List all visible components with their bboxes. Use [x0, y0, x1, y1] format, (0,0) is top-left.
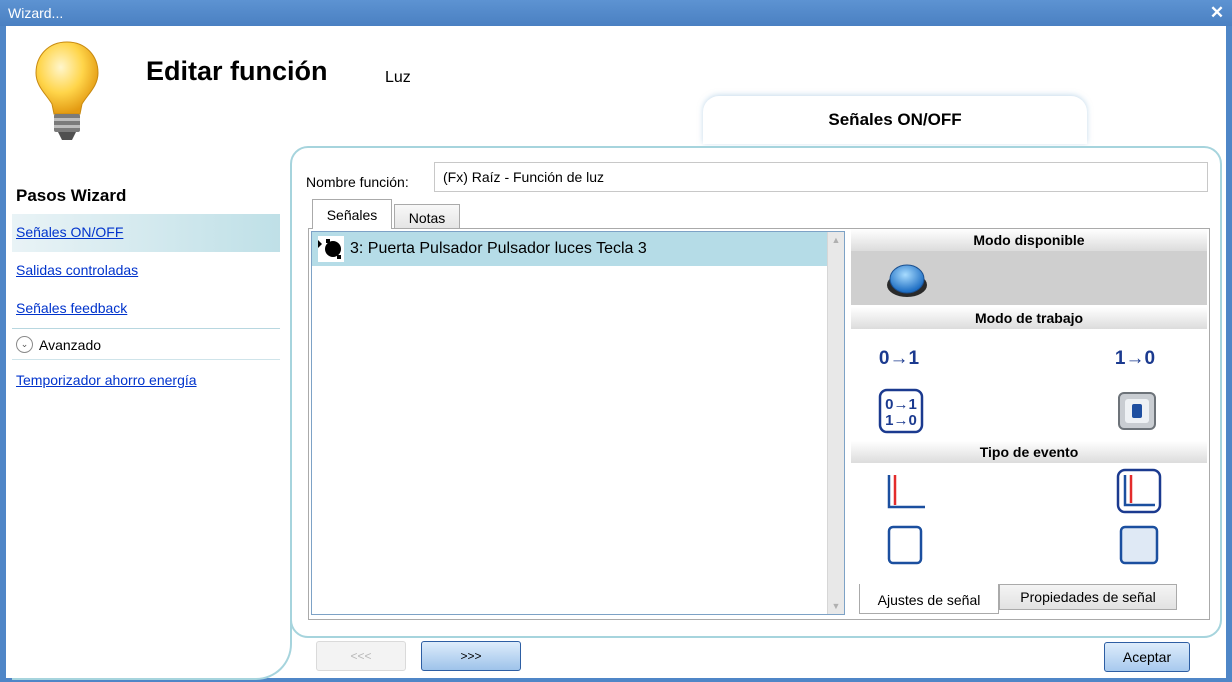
page-subtitle: Luz	[385, 69, 411, 86]
transition-both-icon[interactable]: 0→1 1→0	[877, 387, 925, 435]
tab-notas[interactable]: Notas	[394, 204, 460, 229]
pushbutton-icon[interactable]	[883, 255, 931, 303]
rising-edge-selected-icon[interactable]	[1115, 467, 1163, 515]
wizard-window: Wizard... ✕ Editar función Luz Señales O…	[0, 0, 1232, 682]
light-bulb-icon	[35, 41, 99, 140]
main-panel: Nombre función: (Fx) Raíz - Función de l…	[290, 146, 1222, 638]
function-name-input[interactable]: (Fx) Raíz - Función de luz	[434, 162, 1208, 192]
svg-text:1→0: 1→0	[885, 412, 917, 429]
switch-mode-icon[interactable]	[1113, 387, 1161, 435]
window-title: Wizard...	[8, 5, 64, 21]
next-button[interactable]: >>>	[421, 641, 521, 671]
tab-senales-on-off[interactable]: Señales ON/OFF	[703, 96, 1087, 144]
event-type-box-icon[interactable]	[881, 521, 929, 569]
sidebar-item-salidas-controladas[interactable]: Salidas controladas	[12, 252, 280, 290]
svg-text:0→1: 0→1	[879, 348, 920, 369]
transition-1-to-0-icon[interactable]: 1→0	[1111, 333, 1159, 381]
tab-senales[interactable]: Señales	[312, 199, 392, 229]
scroll-up-icon[interactable]: ▲	[828, 232, 844, 248]
wizard-steps-sidebar: Pasos Wizard Señales ON/OFF Salidas cont…	[12, 174, 292, 680]
chevron-down-icon[interactable]: ⌄	[16, 336, 33, 353]
section-event-type: Tipo de evento	[851, 441, 1207, 463]
tab-content: 3: Puerta Pulsador Pulsador luces Tecla …	[308, 228, 1210, 620]
pushbutton-signal-icon	[318, 236, 344, 262]
sidebar-item-senales-on-off[interactable]: Señales ON/OFF	[12, 214, 280, 252]
rising-edge-icon[interactable]	[881, 467, 929, 515]
vertical-scrollbar[interactable]: ▲ ▼	[827, 232, 844, 614]
previous-button[interactable]: <<<	[316, 641, 406, 671]
section-work-mode: Modo de trabajo	[851, 307, 1207, 329]
advanced-section-header[interactable]: ⌄ Avanzado	[12, 328, 280, 360]
transition-0-to-1-icon[interactable]: 0→1	[875, 333, 923, 381]
sidebar-title: Pasos Wizard	[16, 186, 127, 205]
advanced-label: Avanzado	[39, 337, 102, 353]
signal-properties-panel: Modo disponible Modo de trabajo 0→1 1→0 …	[851, 229, 1207, 619]
list-item[interactable]: 3: Puerta Pulsador Pulsador luces Tecla …	[312, 232, 828, 266]
function-name-label: Nombre función:	[306, 174, 409, 190]
title-bar: Wizard... ✕	[0, 0, 1232, 26]
svg-text:0→1: 0→1	[885, 396, 917, 413]
signal-label: 3: Puerta Pulsador Pulsador luces Tecla …	[350, 240, 647, 257]
signal-list: 3: Puerta Pulsador Pulsador luces Tecla …	[311, 231, 845, 615]
tab-label: Señales ON/OFF	[828, 110, 962, 129]
close-button[interactable]: ✕	[1206, 2, 1228, 24]
svg-text:1→0: 1→0	[1115, 348, 1155, 369]
sidebar-item-temporizador-ahorro-energia[interactable]: Temporizador ahorro energía	[12, 362, 280, 400]
accept-button[interactable]: Aceptar	[1104, 642, 1190, 672]
page-title: Editar función	[146, 56, 328, 86]
tab-propiedades-de-senal[interactable]: Propiedades de señal	[999, 584, 1177, 610]
event-type-box-icon[interactable]	[1115, 521, 1163, 569]
wizard-client-area: Editar función Luz Señales ON/OFF Pasos …	[6, 26, 1226, 680]
sidebar-item-senales-feedback[interactable]: Señales feedback	[12, 290, 280, 328]
scroll-down-icon[interactable]: ▼	[828, 598, 844, 614]
section-available-mode: Modo disponible	[851, 229, 1207, 251]
tab-ajustes-de-senal[interactable]: Ajustes de señal	[859, 584, 999, 614]
